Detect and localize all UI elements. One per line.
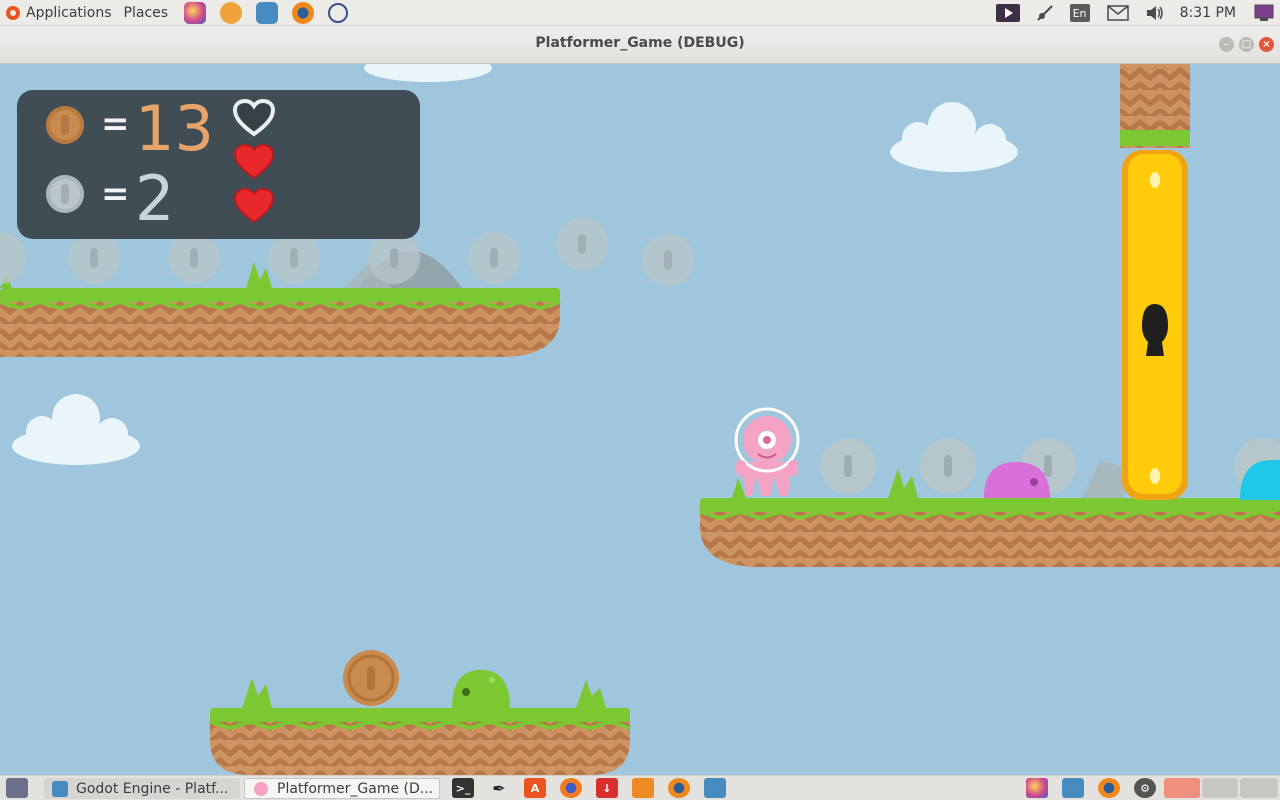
maximize-button[interactable]: □ <box>1239 37 1254 52</box>
blender-launcher-icon[interactable] <box>292 1 315 24</box>
workspace-switcher-2[interactable] <box>1202 778 1238 798</box>
pillar-top <box>1120 64 1190 148</box>
bronze-coin-bottom <box>343 650 399 706</box>
cloud-left <box>12 394 140 465</box>
workspace-switcher-3[interactable] <box>1240 778 1278 798</box>
cloud-right <box>890 102 1018 172</box>
places-menu[interactable]: Places <box>124 5 169 21</box>
network-app-launcher-icon[interactable] <box>328 2 349 23</box>
player-character <box>734 407 800 496</box>
window-titlebar[interactable]: Platformer_Game (DEBUG) – □ × <box>0 26 1280 64</box>
godot-icon <box>52 780 68 797</box>
volume-icon[interactable] <box>1143 3 1167 23</box>
taskbar-item-label: Godot Engine - Platf... <box>76 780 229 797</box>
platform-bottom <box>209 678 631 775</box>
close-button[interactable]: × <box>1259 37 1274 52</box>
silver-coin-icon <box>46 175 84 213</box>
taskbar-item-godot[interactable]: Godot Engine - Platf... <box>44 778 240 799</box>
network-icon[interactable] <box>1033 3 1057 23</box>
session-menu-icon[interactable] <box>1252 3 1276 23</box>
blender-tray-icon[interactable] <box>1098 778 1120 798</box>
godot-launcher-icon[interactable] <box>256 1 279 24</box>
green-slime-enemy <box>452 670 510 708</box>
keyboard-language-indicator[interactable]: En <box>1069 4 1090 22</box>
minimize-button[interactable]: – <box>1219 37 1234 52</box>
ubuntu-logo-icon <box>6 5 20 20</box>
top-panel: Applications Places En 8:31 PM <box>0 0 1280 26</box>
firefox-icon[interactable] <box>560 778 582 798</box>
taskbar-item-platformer[interactable]: Platformer_Game (D... <box>244 778 440 799</box>
inkscape-icon[interactable]: ✒ <box>488 778 510 798</box>
bronze-coin-icon <box>46 106 84 144</box>
scratch-cat-launcher-icon[interactable] <box>220 1 243 24</box>
godot-tray-icon[interactable] <box>1062 778 1084 798</box>
taskbar-item-label: Platformer_Game (D... <box>277 780 434 797</box>
bronze-equals: = <box>101 104 130 144</box>
clock[interactable]: 8:31 PM <box>1180 5 1236 21</box>
settings-icon[interactable]: ⚙ <box>1134 778 1156 798</box>
bottom-taskbar: Godot Engine - Platf... Platformer_Game … <box>0 775 1280 800</box>
media-player-icon[interactable] <box>995 3 1020 23</box>
heart-empty-icon <box>232 98 276 137</box>
graphics-app-launcher-icon[interactable] <box>184 1 207 24</box>
heart-full-icon <box>233 187 275 224</box>
window-title: Platformer_Game (DEBUG) <box>535 35 745 51</box>
silver-coin-count: 2 <box>135 162 175 235</box>
bronze-coin-count: 13 <box>135 92 214 165</box>
terminal-icon[interactable]: >_ <box>452 778 474 798</box>
godot-taskbar-icon[interactable] <box>704 778 726 798</box>
show-desktop-icon[interactable] <box>6 778 28 798</box>
game-viewport[interactable]: = 13 = 2 <box>0 64 1280 775</box>
game-icon <box>254 781 268 796</box>
places-label: Places <box>123 4 169 21</box>
silver-equals: = <box>101 174 130 214</box>
locked-door <box>1122 150 1188 500</box>
workspace-switcher-1[interactable] <box>1164 778 1200 798</box>
cloud-top <box>364 64 492 82</box>
graphics-tray-icon[interactable] <box>1026 778 1048 798</box>
applications-menu[interactable]: Applications <box>6 5 112 21</box>
applications-label: Applications <box>26 4 112 21</box>
software-center-icon[interactable]: A <box>524 778 546 798</box>
mail-icon[interactable] <box>1106 3 1130 23</box>
heart-full-icon <box>233 143 275 180</box>
hud-panel: = 13 = 2 <box>17 90 420 239</box>
blender-icon[interactable] <box>668 778 690 798</box>
download-manager-icon[interactable]: ↓ <box>596 778 618 798</box>
files-icon[interactable] <box>632 778 654 798</box>
